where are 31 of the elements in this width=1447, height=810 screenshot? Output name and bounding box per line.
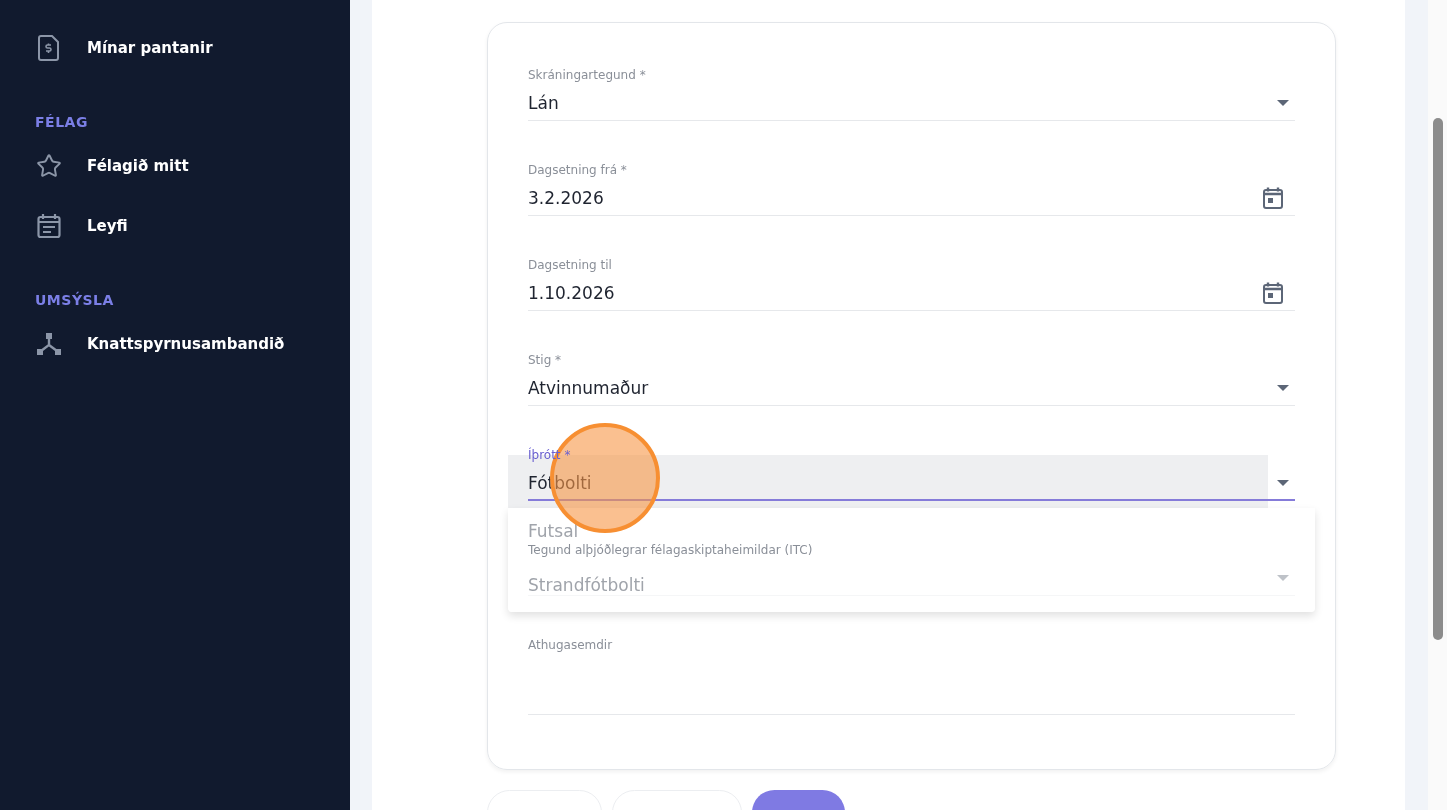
sidebar-item[interactable]: Félagið mitt bbox=[35, 144, 350, 188]
dropdown-arrow-icon[interactable] bbox=[1277, 385, 1289, 391]
field-value: 1.10.2026 bbox=[528, 283, 616, 303]
section-heading: UMSÝSLA bbox=[35, 292, 115, 308]
dropdown-arrow-icon[interactable] bbox=[1277, 100, 1289, 106]
field-value: Lán bbox=[528, 93, 560, 113]
field-label: Stig * bbox=[528, 352, 562, 368]
field-label: Dagsetning frá * bbox=[528, 162, 627, 178]
scrollbar[interactable] bbox=[1428, 0, 1447, 810]
date-field[interactable]: 3.2.2026 bbox=[528, 181, 1295, 216]
field-value: Atvinnumaður bbox=[528, 378, 650, 398]
sidebar-item[interactable]: Mínar pantanir bbox=[35, 26, 350, 70]
field-label: Tegund alþjóðlegrar félagaskiptaheimildar (ITC) bbox=[528, 542, 813, 558]
dropdown-arrow-icon[interactable] bbox=[1277, 479, 1289, 486]
sidebar-item[interactable]: Leyfi bbox=[35, 204, 350, 248]
field-label: Skráningartegund * bbox=[528, 67, 646, 83]
select-field[interactable]: Lán bbox=[528, 86, 1295, 121]
field-label: Dagsetning til bbox=[528, 257, 612, 273]
field-label: Athugasemdir bbox=[528, 637, 613, 653]
invoice-icon bbox=[38, 35, 60, 61]
select-field[interactable]: Atvinnumaður bbox=[528, 371, 1295, 406]
star-icon bbox=[36, 153, 62, 179]
date-field[interactable]: 1.10.2026 bbox=[528, 276, 1295, 311]
calendar-icon bbox=[37, 213, 61, 239]
calendar-icon[interactable] bbox=[1263, 282, 1283, 304]
network-icon bbox=[36, 332, 62, 356]
scrollbar-thumb[interactable] bbox=[1433, 118, 1443, 640]
field-value: 3.2.2026 bbox=[528, 188, 605, 208]
section-heading: FÉLAG bbox=[35, 114, 89, 130]
sidebar-item[interactable]: Knattspyrnusambandið bbox=[35, 322, 350, 366]
calendar-icon[interactable] bbox=[1263, 187, 1283, 209]
